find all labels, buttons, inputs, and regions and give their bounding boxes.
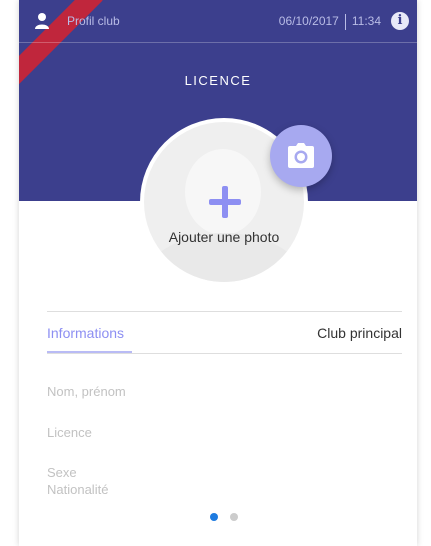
- camera-button[interactable]: [270, 125, 332, 187]
- pagination-dot-active[interactable]: [210, 513, 218, 521]
- field-sexe[interactable]: Sexe: [47, 465, 77, 480]
- licence-card: Profil club 06/10/2017 11:34 i LICENCE Aj…: [19, 0, 417, 546]
- profile-club-link[interactable]: Profil club: [67, 14, 120, 28]
- field-licence[interactable]: Licence: [47, 425, 92, 440]
- camera-icon: [288, 143, 314, 168]
- plus-icon[interactable]: [209, 186, 241, 218]
- top-bar: Profil club 06/10/2017 11:34 i: [19, 0, 417, 43]
- field-nationalite[interactable]: Nationalité: [47, 482, 108, 497]
- date-text: 06/10/2017: [278, 14, 339, 29]
- page-title: LICENCE: [184, 73, 252, 88]
- tabs-divider: [47, 353, 402, 354]
- pagination-dot[interactable]: [230, 513, 238, 521]
- divider: [47, 311, 402, 312]
- tab-informations[interactable]: Informations: [47, 325, 124, 341]
- tab-club-principal[interactable]: Club principal: [317, 325, 402, 341]
- datetime-separator: [344, 14, 346, 30]
- info-icon[interactable]: i: [391, 12, 409, 30]
- user-icon[interactable]: [34, 12, 50, 30]
- datetime: 06/10/2017 11:34: [279, 14, 381, 30]
- add-photo-label[interactable]: Ajouter une photo: [144, 229, 304, 245]
- time-text: 11:34: [351, 14, 381, 29]
- field-nom-prenom[interactable]: Nom, prénom: [47, 384, 126, 399]
